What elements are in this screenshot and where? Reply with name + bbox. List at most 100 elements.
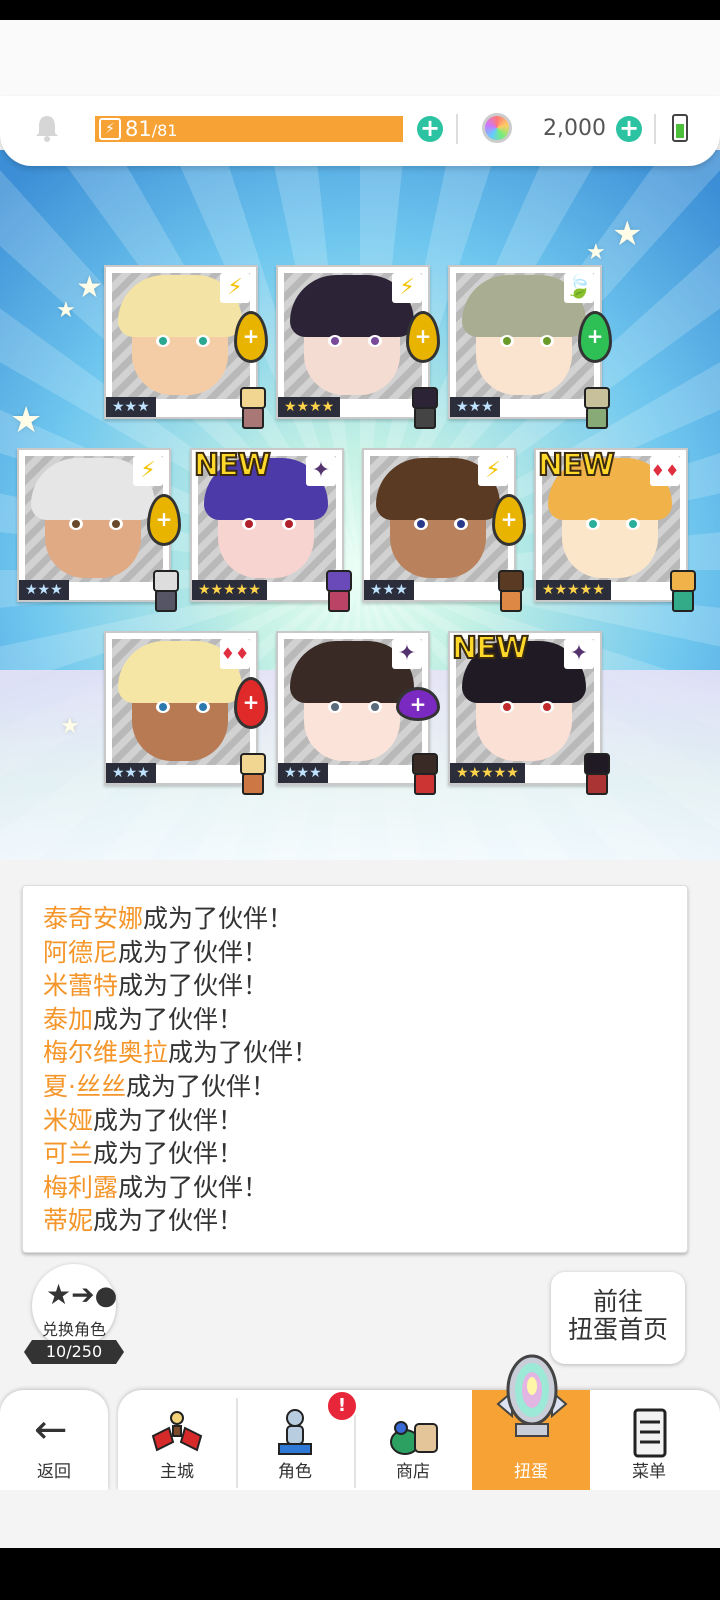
castle-icon [151,1411,203,1452]
lightning-element-icon: ⚡ [133,456,163,486]
new-tag: NEW [537,447,616,484]
character-card[interactable]: NEW ✦ ★★★★★ [190,447,352,612]
plus-crystal-icon: + [234,677,268,729]
rarity-stars: ★★★★★ [536,580,611,600]
lightning-element-icon: ⚡ [392,273,422,303]
character-card[interactable]: ✦ + ★★★ [276,631,440,795]
character-card[interactable]: ⚡ + ★★★ [104,265,268,429]
pixel-sprite-icon [318,568,356,614]
log-line: 夏·丝丝成为了伙伴！ [43,1070,677,1104]
add-gems-button[interactable]: + [616,116,642,142]
log-line: 泰加成为了伙伴！ [43,1003,677,1037]
log-line: 梅利露成为了伙伴！ [43,1171,677,1205]
log-suffix: 成为了伙伴！ [125,1071,276,1101]
log-line: 可兰成为了伙伴！ [43,1137,677,1171]
pixel-sprite-icon [662,568,700,614]
log-line: 梅尔维奥拉成为了伙伴！ [43,1036,677,1070]
log-suffix: 成为了伙伴！ [93,1139,244,1169]
divider [456,114,458,144]
goto-label-line1: 前往 [592,1287,643,1316]
star-decoration-icon: ★ [10,400,43,441]
tab-label: 主城 [160,1462,194,1482]
stamina-bar: ⚡ 81/81 [95,116,403,142]
back-button[interactable]: ← 返回 [0,1390,108,1490]
pixel-sprite-icon [490,568,528,614]
add-stamina-button[interactable]: + [417,116,443,142]
character-card[interactable]: ⚡ + ★★★★ [276,265,440,429]
dark-element-icon: ✦ [392,639,422,669]
battery-icon [672,114,688,142]
pixel-sprite-icon [232,751,270,797]
tab-main-city[interactable]: 主城 [118,1390,236,1490]
leaf-element-icon: 🍃 [564,273,594,303]
rarity-stars: ★★★ [106,763,156,783]
dark-element-icon: ✦ [306,456,336,486]
summon-result-scene: ★ ★ ★ ★ ★ ★ ⚡ + ★★★ ⚡ + ★★★★ 🍃 + ★★★ ⚡ +… [0,150,720,860]
character-name: 可兰 [43,1139,94,1169]
character-card[interactable]: ⚡ + ★★★ [362,448,526,612]
rarity-stars: ★★★ [450,397,500,417]
pixel-sprite-icon [404,385,442,431]
tab-shop[interactable]: 商店 [354,1390,472,1490]
pixel-sprite-icon [404,751,442,797]
log-suffix: 成为了伙伴！ [93,1206,244,1236]
star-decoration-icon: ★ [586,240,606,265]
character-name: 梅利露 [43,1172,119,1202]
character-name: 米娅 [43,1105,94,1135]
menu-list-icon [633,1408,667,1458]
system-navigation-bar [0,1548,720,1600]
star-decoration-icon: ★ [612,214,643,254]
plus-crystal-icon: + [578,311,612,363]
rarity-stars: ★★★★★ [192,580,267,600]
log-suffix: 成为了伙伴！ [118,1172,269,1202]
star-decoration-icon: ★ [76,270,103,305]
pixel-sprite-icon [576,751,614,797]
new-tag: NEW [193,447,272,484]
rarity-stars: ★★★ [278,763,328,783]
character-card[interactable]: ⚡ + ★★★ [17,448,181,612]
star-to-person-icon: ★➔● [46,1278,118,1311]
log-line: 泰奇安娜成为了伙伴！ [43,902,677,936]
divider [654,114,656,144]
tab-label: 菜单 [632,1462,666,1482]
bell-icon[interactable] [34,114,60,142]
plus-crystal-icon: + [147,494,181,546]
fire-element-icon: ♦♦ [650,456,680,486]
plus-crystal-icon: + [492,494,526,546]
rarity-stars: ★★★ [19,580,69,600]
plus-crystal-icon: + [406,311,440,363]
new-tag: NEW [451,630,530,667]
resource-header: ⚡ 81/81 + 2,000 + [0,96,720,166]
character-card[interactable]: ♦♦ + ★★★ [104,631,268,795]
star-decoration-icon: ★ [56,298,76,323]
character-name: 泰加 [43,1004,94,1034]
plus-crystal-icon: + [396,687,440,721]
star-decoration-icon: ★ [60,714,80,739]
stamina-max: /81 [151,121,178,140]
log-line: 米娅成为了伙伴！ [43,1104,677,1138]
log-suffix: 成为了伙伴！ [118,937,269,967]
summon-message-log[interactable]: 泰奇安娜成为了伙伴！ 阿德尼成为了伙伴！ 米蕾特成为了伙伴！ 泰加成为了伙伴！ … [22,885,688,1253]
fire-element-icon: ♦♦ [220,639,250,669]
character-card[interactable]: NEW ✦ ★★★★★ [448,630,610,795]
character-statue-icon [278,1409,312,1455]
notification-badge: ! [326,1390,358,1422]
back-arrow-icon: ← [34,1407,68,1453]
goto-label-line2: 扭蛋首页 [567,1315,668,1344]
dark-element-icon: ✦ [564,639,594,669]
character-name: 蒂妮 [43,1206,94,1236]
log-line: 阿德尼成为了伙伴！ [43,936,677,970]
tab-menu[interactable]: 菜单 [590,1390,708,1490]
rarity-stars: ★★★ [364,580,414,600]
character-card[interactable]: NEW ♦♦ ★★★★★ [534,447,696,612]
character-name: 米蕾特 [43,971,119,1001]
plus-crystal-icon: + [234,311,268,363]
stamina-current: 81 [125,117,152,141]
log-suffix: 成为了伙伴！ [93,1004,244,1034]
tab-label: 扭蛋 [514,1462,548,1482]
character-card[interactable]: 🍃 + ★★★ [448,265,612,429]
pixel-sprite-icon [232,385,270,431]
log-suffix: 成为了伙伴！ [143,904,294,933]
gacha-mirror-icon [496,1354,568,1437]
log-suffix: 成为了伙伴！ [93,1105,244,1135]
